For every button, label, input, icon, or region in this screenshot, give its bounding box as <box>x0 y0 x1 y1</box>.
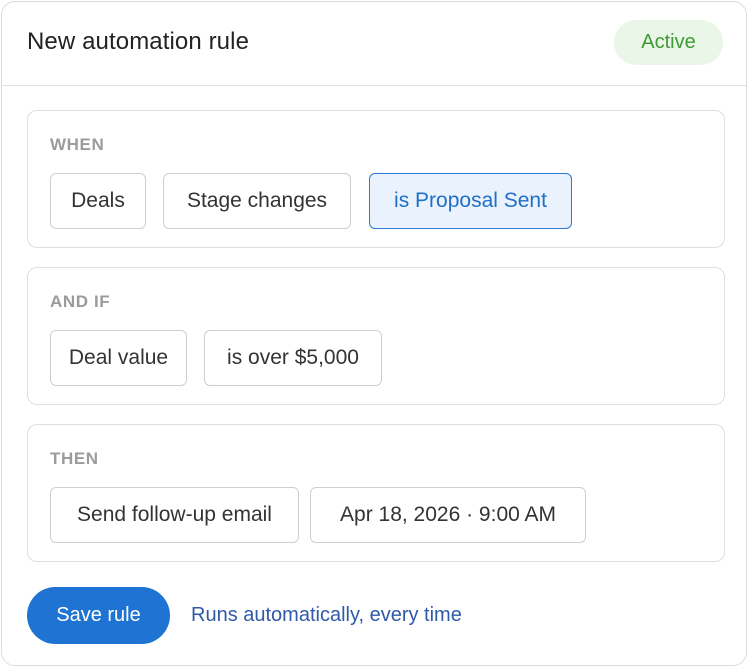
run-frequency-note: Runs automatically, every time <box>191 604 462 626</box>
when-label: WHEN <box>50 135 105 154</box>
and-if-label: AND IF <box>50 292 111 311</box>
trigger-object-chip[interactable]: Deals <box>50 173 146 229</box>
save-rule-button[interactable]: Save rule <box>27 587 170 644</box>
trigger-event-chip[interactable]: Stage changes <box>163 173 351 229</box>
trigger-condition-chip[interactable]: is Proposal Sent <box>369 173 572 229</box>
then-label: THEN <box>50 449 99 468</box>
then-section: THEN Send follow-up email Apr 18, 2026 ·… <box>27 424 725 562</box>
action-chip[interactable]: Send follow-up email <box>50 487 299 543</box>
card-header: New automation rule Active <box>2 2 746 86</box>
condition-field-chip[interactable]: Deal value <box>50 330 187 386</box>
and-if-section: AND IF Deal value is over $5,000 <box>27 267 725 405</box>
automation-rule-card: New automation rule Active WHEN Deals St… <box>1 1 747 666</box>
condition-value-chip[interactable]: is over $5,000 <box>204 330 382 386</box>
status-badge: Active <box>614 20 723 65</box>
page-title: New automation rule <box>27 28 250 55</box>
schedule-chip[interactable]: Apr 18, 2026 · 9:00 AM <box>310 487 586 543</box>
when-section: WHEN Deals Stage changes is Proposal Sen… <box>27 110 725 248</box>
